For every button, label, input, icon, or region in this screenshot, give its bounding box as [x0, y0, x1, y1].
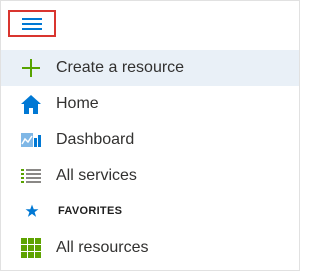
menu-item-label: All services [56, 167, 137, 184]
menu-item-label: All resources [56, 239, 149, 256]
list-icon [20, 165, 42, 187]
menu-item-all-services[interactable]: All services [1, 158, 299, 194]
dashboard-icon [20, 129, 42, 151]
menu-item-dashboard[interactable]: Dashboard [1, 122, 299, 158]
grid-icon [20, 237, 42, 259]
menu-item-label: Create a resource [56, 59, 185, 76]
plus-icon [20, 57, 42, 79]
menu-item-create-resource[interactable]: Create a resource [1, 50, 299, 86]
menu-item-home[interactable]: Home [1, 86, 299, 122]
hamburger-icon [22, 17, 42, 30]
menu-item-label: Home [56, 95, 99, 112]
portal-menu-panel: Create a resource Home Dashboard All ser… [0, 0, 300, 271]
menu-toggle-button[interactable] [8, 10, 56, 37]
star-icon [25, 204, 39, 218]
menu-item-label: Dashboard [56, 131, 135, 148]
favorites-header: FAVORITES [1, 199, 299, 223]
menu-item-all-resources[interactable]: All resources [1, 230, 299, 266]
home-icon [20, 93, 42, 115]
favorites-header-label: FAVORITES [58, 205, 123, 217]
